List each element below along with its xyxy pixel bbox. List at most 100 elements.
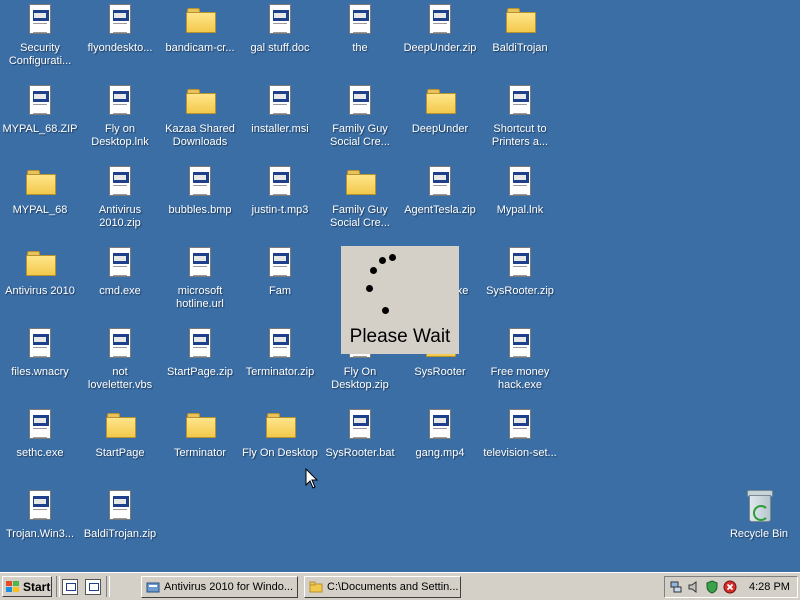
desktop-icon[interactable]: SysRooter.bat xyxy=(320,407,400,487)
document-icon xyxy=(264,85,296,117)
desktop-icon[interactable]: not loveletter.vbs xyxy=(80,326,160,406)
desktop-icon[interactable]: gal stuff.doc xyxy=(240,2,320,82)
task-button-antivirus[interactable]: Antivirus 2010 for Windo... xyxy=(141,576,298,598)
desktop-icon[interactable]: DeepUnder.zip xyxy=(400,2,480,82)
desktop-icon[interactable]: flyondeskto... xyxy=(80,2,160,82)
desktop-icon[interactable]: microsoft hotline.url xyxy=(160,245,240,325)
desktop-icon-label: Terminator xyxy=(174,447,226,459)
document-icon xyxy=(344,4,376,36)
desktop-icon[interactable]: Terminator xyxy=(160,407,240,487)
desktop-icon-label: Antivirus 2010.zip xyxy=(98,204,142,229)
document-icon xyxy=(184,328,216,360)
desktop-icon-label: MYPAL_68 xyxy=(12,204,68,216)
desktop-icon-label: BaldiTrojan xyxy=(492,42,548,54)
desktop-icon[interactable]: MYPAL_68.ZIP xyxy=(0,83,80,163)
desktop-icon-label: Fly on Desktop.lnk xyxy=(91,123,149,148)
document-icon xyxy=(424,4,456,36)
desktop-icon[interactable]: installer.msi xyxy=(240,83,320,163)
quicklaunch-show-desktop-icon[interactable] xyxy=(62,579,78,595)
spinner-dot xyxy=(382,307,389,314)
desktop-icon-label: television-set... xyxy=(483,447,557,459)
desktop-icon[interactable]: StartPage.zip xyxy=(160,326,240,406)
desktop-icon[interactable]: Family Guy Social Cre... xyxy=(320,164,400,244)
document-icon xyxy=(104,4,136,36)
desktop-icon[interactable]: MYPAL_68 xyxy=(0,164,80,244)
desktop-icon[interactable]: DeepUnder xyxy=(400,83,480,163)
desktop-icon[interactable]: justin-t.mp3 xyxy=(240,164,320,244)
desktop-icon[interactable]: Trojan.Win3... xyxy=(0,488,80,568)
desktop-icon[interactable]: Terminator.zip xyxy=(240,326,320,406)
system-tray: 4:28 PM xyxy=(664,576,798,598)
desktop-icon[interactable]: Security Configurati... xyxy=(0,2,80,82)
task-button-explorer[interactable]: C:\Documents and Settin... xyxy=(304,576,461,598)
document-icon xyxy=(24,490,56,522)
desktop-icon-label: Antivirus 2010 xyxy=(5,285,75,297)
document-icon xyxy=(104,166,136,198)
desktop-icon-label: gang.mp4 xyxy=(415,447,465,459)
desktop-icon[interactable]: files.wnacry xyxy=(0,326,80,406)
taskbar-separator xyxy=(106,576,110,597)
desktop-icon-label: flyondeskto... xyxy=(87,42,153,54)
desktop-icon-label: bubbles.bmp xyxy=(168,204,232,216)
desktop-icon[interactable]: Fly on Desktop.lnk xyxy=(80,83,160,163)
folder-icon xyxy=(104,409,136,441)
quicklaunch-window-icon[interactable] xyxy=(85,579,101,595)
mouse-pointer-icon xyxy=(305,468,319,489)
desktop-icon-label: Family Guy Social Cre... xyxy=(330,204,390,229)
desktop-icon-label: justin-t.mp3 xyxy=(251,204,309,216)
document-icon xyxy=(264,166,296,198)
desktop-icon[interactable]: the xyxy=(320,2,400,82)
desktop-icon[interactable]: Antivirus 2010 xyxy=(0,245,80,325)
please-wait-dialog: Please Wait xyxy=(341,246,459,354)
document-icon xyxy=(24,4,56,36)
desktop-icon[interactable]: bubbles.bmp xyxy=(160,164,240,244)
folder-icon xyxy=(424,85,456,117)
desktop-icon[interactable]: AgentTesla.zip xyxy=(400,164,480,244)
desktop-icon[interactable]: Family Guy Social Cre... xyxy=(320,83,400,163)
desktop-icon-label: DeepUnder.zip xyxy=(403,42,477,54)
desktop-icon[interactable]: Kazaa Shared Downloads xyxy=(160,83,240,163)
error-icon[interactable] xyxy=(723,580,737,594)
document-icon xyxy=(344,85,376,117)
desktop-icon[interactable]: Shortcut to Printers a... xyxy=(480,83,560,163)
taskbar: Start Antivirus 2010 for Windo... C:\Doc… xyxy=(0,572,800,600)
desktop-icon-label: bandicam-cr... xyxy=(165,42,235,54)
spinner-dot xyxy=(379,257,386,264)
recycle-bin-icon xyxy=(743,490,775,522)
network-icon[interactable] xyxy=(669,580,683,594)
document-icon xyxy=(24,409,56,441)
document-icon xyxy=(104,328,136,360)
desktop-icon[interactable]: BaldiTrojan.zip xyxy=(80,488,160,568)
desktop-icon[interactable]: cmd.exe xyxy=(80,245,160,325)
speaker-icon[interactable] xyxy=(687,580,701,594)
desktop-icon[interactable]: Mypal.lnk xyxy=(480,164,560,244)
desktop-icon[interactable]: StartPage xyxy=(80,407,160,487)
desktop-icon[interactable]: Fam xyxy=(240,245,320,325)
desktop-icon[interactable]: Free money hack.exe xyxy=(480,326,560,406)
start-button[interactable]: Start xyxy=(2,576,52,597)
folder-icon xyxy=(504,4,536,36)
desktop-icon[interactable]: gang.mp4 xyxy=(400,407,480,487)
folder-icon xyxy=(184,4,216,36)
desktop-icon[interactable]: BaldiTrojan xyxy=(480,2,560,82)
desktop-icon[interactable]: Recycle Bin xyxy=(719,488,799,568)
document-icon xyxy=(264,247,296,279)
desktop-icon-label: StartPage xyxy=(95,447,145,459)
desktop-icon-label: Family Guy Social Cre... xyxy=(330,123,390,148)
desktop-icon-label: microsoft hotline.url xyxy=(176,285,224,310)
desktop-icon[interactable]: bandicam-cr... xyxy=(160,2,240,82)
desktop-icon-label: SysRooter.bat xyxy=(325,447,395,459)
document-icon xyxy=(24,85,56,117)
desktop-icon-label: Security Configurati... xyxy=(8,42,72,67)
desktop-icon-label: Mypal.lnk xyxy=(496,204,544,216)
antivirus-icon[interactable] xyxy=(705,580,719,594)
desktop-icon[interactable]: Antivirus 2010.zip xyxy=(80,164,160,244)
desktop-icon[interactable]: television-set... xyxy=(480,407,560,487)
document-icon xyxy=(504,166,536,198)
desktop-icon[interactable]: sethc.exe xyxy=(0,407,80,487)
desktop-icon-label: files.wnacry xyxy=(11,366,69,378)
document-icon xyxy=(504,247,536,279)
setup-icon xyxy=(146,582,160,593)
folder-icon xyxy=(24,247,56,279)
desktop-icon[interactable]: SysRooter.zip xyxy=(480,245,560,325)
